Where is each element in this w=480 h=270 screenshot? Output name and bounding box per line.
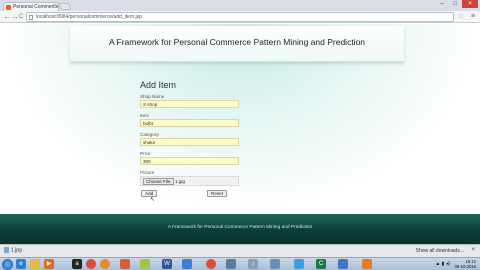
form-title: Add Item — [140, 80, 177, 90]
show-all-downloads-link[interactable]: Show all downloads... — [416, 248, 464, 254]
tab-title: Personal Commerce — [13, 4, 59, 10]
add-item-form: Add Item Shop Name S shop Item bulbt Cat… — [140, 80, 250, 203]
firefox-icon[interactable] — [100, 259, 110, 269]
choose-file-button[interactable]: Choose File — [143, 178, 174, 185]
forward-button[interactable]: → — [11, 12, 19, 22]
start-button[interactable] — [2, 259, 13, 270]
web-page: A Framework for Personal Commerce Patter… — [0, 24, 480, 244]
browser-tab[interactable]: Personal Commerce × — [3, 2, 59, 11]
site-header: A Framework for Personal Commerce Patter… — [70, 26, 404, 62]
reset-button[interactable]: Reset — [207, 190, 228, 197]
folder-icon[interactable] — [30, 259, 40, 269]
java-icon[interactable] — [362, 259, 372, 269]
ie-icon[interactable]: e — [16, 259, 26, 269]
cmd-icon[interactable]: C — [316, 259, 326, 269]
mouse-cursor-icon: ↖ — [150, 197, 156, 203]
amazon-icon[interactable]: a — [72, 259, 82, 269]
download-file-name: 1.jpg — [11, 247, 22, 254]
close-window-button[interactable]: × — [462, 0, 478, 8]
new-tab-button[interactable] — [58, 3, 72, 10]
system-tray-icons[interactable]: ▲ ▮ ◂) — [435, 261, 450, 267]
bookmark-star-icon[interactable]: ☆ — [458, 12, 464, 20]
picture-file-input: Choose File 1.jpg — [140, 176, 239, 186]
download-item[interactable]: 1.jpg — [4, 247, 22, 253]
maximize-button[interactable]: □ — [449, 0, 461, 8]
settings-icon[interactable] — [294, 259, 304, 269]
window-controls: – □ × — [436, 0, 478, 8]
taskbar: e ▶ a W ♪ C ▲ ▮ ◂) 18:12 08-10-2015 — [0, 257, 480, 270]
price-field[interactable]: 300 — [140, 157, 239, 165]
paint-icon[interactable] — [120, 259, 130, 269]
chrome-window-icon[interactable] — [206, 259, 216, 269]
browser-menu-icon[interactable]: ≡ — [471, 13, 475, 20]
tab-close-icon[interactable]: × — [53, 3, 56, 9]
clock-date: 08-10-2015 — [454, 264, 476, 269]
media-player-icon[interactable]: ▶ — [44, 259, 54, 269]
site-footer: A Framework for Personal Commerce Patter… — [0, 214, 480, 244]
footer-text: A Framework for Personal Commerce Patter… — [167, 225, 313, 230]
shop-name-field[interactable]: S shop — [140, 100, 239, 108]
form-actions: Add ↖ Reset — [140, 190, 250, 203]
reload-button[interactable]: C — [19, 12, 23, 22]
image-viewer-icon[interactable] — [182, 259, 192, 269]
chosen-file-name: 1.jpg — [175, 179, 185, 184]
minimize-button[interactable]: – — [436, 0, 448, 8]
download-bar-close-icon[interactable]: × — [471, 247, 475, 253]
tool-icon[interactable] — [226, 259, 236, 269]
browser2-icon[interactable] — [338, 259, 348, 269]
back-button[interactable]: ← — [3, 12, 11, 22]
item-field[interactable]: bulbt — [140, 119, 239, 127]
clock[interactable]: 18:12 08-10-2015 — [455, 259, 476, 269]
browser-toolbar: ← → C localhost:8084/personalcommerce/ad… — [0, 11, 480, 23]
network-icon[interactable] — [270, 259, 280, 269]
chrome-icon[interactable] — [86, 259, 96, 269]
page-icon — [29, 15, 33, 20]
address-bar[interactable]: localhost:8084/personalcommerce/add_item… — [26, 12, 454, 22]
download-bar: 1.jpg Show all downloads... × — [0, 244, 480, 257]
file-icon — [4, 247, 9, 253]
music-icon[interactable]: ♪ — [248, 259, 258, 269]
word-icon[interactable]: W — [162, 259, 172, 269]
browser-titlebar: Personal Commerce × – □ × — [0, 0, 480, 11]
category-field[interactable]: shake — [140, 138, 239, 146]
url-text: localhost:8084/personalcommerce/add_item… — [36, 14, 142, 20]
site-title: A Framework for Personal Commerce Patter… — [108, 37, 366, 47]
app-icon[interactable] — [140, 259, 150, 269]
favicon-icon — [6, 5, 11, 10]
